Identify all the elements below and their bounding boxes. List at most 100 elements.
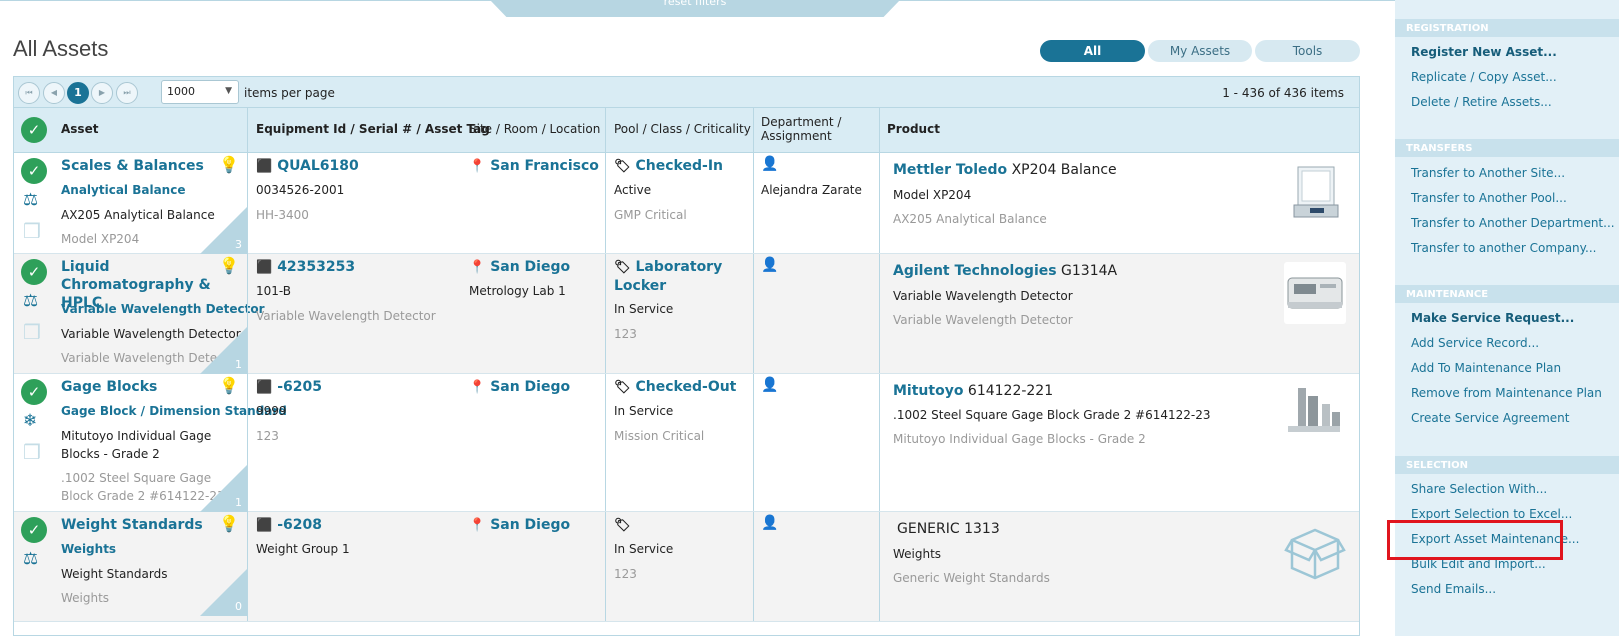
delete-assets-link[interactable]: Delete / Retire Assets... [1411,95,1552,109]
pool[interactable]: 🏷 Checked-In [614,157,723,176]
create-service-agreement-link[interactable]: Create Service Agreement [1411,411,1570,425]
row-checkbox[interactable]: ✓ [21,259,47,285]
product-line3: AX205 Analytical Balance [893,212,1047,226]
asset-tag: 123 [256,429,279,443]
toggle-tools[interactable]: Tools [1255,40,1360,62]
toggle-all[interactable]: All [1040,40,1145,62]
col-department[interactable]: Department / Assignment [761,115,871,143]
snowflake-icon: ❄ [23,411,38,431]
cube-icon: ⬛ [256,518,273,533]
reset-filters-tab[interactable]: reset filters [490,0,900,17]
product-line2: Variable Wavelength Detector [893,289,1073,303]
product-line2: .1002 Steel Square Gage Block Grade 2 #6… [893,408,1211,422]
site[interactable]: 📍 San Diego [469,516,570,535]
share-selection-link[interactable]: Share Selection With... [1411,482,1547,496]
add-maintenance-plan-link[interactable]: Add To Maintenance Plan [1411,361,1561,375]
col-product[interactable]: Product [887,122,940,136]
export-selection-excel-link[interactable]: Export Selection to Excel... [1411,507,1572,521]
col-equipment[interactable]: Equipment Id / Serial # / Asset Tag [256,122,490,136]
boxes-icon: ❒ [23,440,41,464]
select-all-checkbox[interactable]: ✓ [21,117,47,143]
serial-number: 101-B [256,284,292,298]
transfer-department-link[interactable]: Transfer to Another Department... [1411,216,1615,230]
product-name[interactable]: Agilent Technologies G1314A [893,262,1117,280]
make-service-request-link[interactable]: Make Service Request... [1411,311,1574,325]
table-row[interactable]: ✓ ⚖ ❒ 💡 Scales & Balances Analytical Bal… [14,153,1359,254]
equipment-id[interactable]: ⬛ -6205 [256,378,322,397]
per-page-label: items per page [244,86,335,100]
asset-class[interactable]: Variable Wavelength Detector [61,302,265,316]
product-image[interactable] [1284,161,1346,223]
row-checkbox[interactable]: ✓ [21,517,47,543]
status: In Service [614,542,674,556]
table-row[interactable]: ✓ ⚖ 💡 Weight Standards Weights Weight St… [14,512,1359,622]
col-divider [247,512,248,621]
section-maintenance: MAINTENANCE [1395,285,1619,303]
product-name[interactable]: Mitutoyo 614122-221 [893,382,1053,400]
product-image[interactable] [1284,262,1346,324]
asset-class[interactable]: Weights [61,542,116,556]
send-emails-link[interactable]: Send Emails... [1411,582,1496,596]
cube-icon: ⬛ [256,260,273,275]
room: Metrology Lab 1 [469,284,566,298]
current-page-button[interactable]: 1 [67,82,89,104]
cube-icon: ⬛ [256,380,273,395]
product-name[interactable]: GENERIC 1313 [897,520,1000,538]
table-row[interactable]: ✓ ❄ ❒ 💡 Gage Blocks Gage Block / Dimensi… [14,374,1359,512]
add-service-record-link[interactable]: Add Service Record... [1411,336,1539,350]
pool[interactable]: 🏷 [614,516,636,535]
transfer-pool-link[interactable]: Transfer to Another Pool... [1411,191,1567,205]
asset-class[interactable]: Analytical Balance [61,183,185,197]
col-divider [605,108,606,152]
col-site[interactable]: Site / Room / Location [469,122,600,136]
pool[interactable]: 🏷 Laboratory Locker [614,258,744,295]
pool[interactable]: 🏷 Checked-Out [614,378,736,397]
asset-name[interactable]: Weight Standards [61,516,203,534]
tag-icon: 🏷 [614,159,631,174]
page-size-select[interactable]: 1000 ▼ [161,80,239,104]
last-page-button[interactable]: ⏭ [116,82,138,104]
lightbulb-icon[interactable]: 💡 [219,155,239,174]
lightbulb-icon[interactable]: 💡 [219,514,239,533]
asset-tag: HH-3400 [256,208,309,222]
serial-number: 0034526-2001 [256,183,345,197]
toggle-my-assets[interactable]: My Assets [1148,40,1252,62]
location-pin-icon: 📍 [469,518,486,533]
status: Active [614,183,652,197]
transfer-company-link[interactable]: Transfer to another Company... [1411,241,1597,255]
site[interactable]: 📍 San Francisco [469,157,599,176]
row-checkbox[interactable]: ✓ [21,158,47,184]
prev-page-button[interactable]: ◀ [43,82,65,104]
replicate-asset-link[interactable]: Replicate / Copy Asset... [1411,70,1557,84]
location-pin-icon: 📍 [469,380,486,395]
remove-maintenance-plan-link[interactable]: Remove from Maintenance Plan [1411,386,1602,400]
lightbulb-icon[interactable]: 💡 [219,376,239,395]
asset-desc: Mitutoyo Individual Gage Blocks - Grade … [61,429,212,461]
row-checkbox[interactable]: ✓ [21,379,47,405]
asset-name[interactable]: Scales & Balances [61,157,204,175]
register-new-asset-link[interactable]: Register New Asset... [1411,45,1557,59]
asset-name[interactable]: Gage Blocks [61,378,157,396]
equipment-id[interactable]: ⬛ 42353253 [256,258,355,277]
box-icon[interactable] [1284,520,1346,582]
lightbulb-icon[interactable]: 💡 [219,256,239,275]
equipment-id[interactable]: ⬛ -6208 [256,516,322,535]
boxes-icon: ❒ [23,320,41,344]
col-asset[interactable]: Asset [61,122,98,136]
equipment-id[interactable]: ⬛ QUAL6180 [256,157,359,176]
site[interactable]: 📍 San Diego [469,378,570,397]
product-line2: Model XP204 [893,188,972,202]
col-pool[interactable]: Pool / Class / Criticality [614,122,751,136]
page-title: All Assets [13,36,109,61]
col-divider [753,254,754,373]
table-row[interactable]: ✓ ⚖ ❒ 💡 Liquid Chromatography & HPLC Var… [14,254,1359,374]
product-name[interactable]: Mettler Toledo XP204 Balance [893,161,1117,179]
col-divider [247,153,248,253]
next-page-button[interactable]: ▶ [91,82,113,104]
product-image[interactable] [1284,382,1346,444]
asset-class[interactable]: Gage Block / Dimension Standard [61,404,287,418]
first-page-button[interactable]: ⏮ [18,82,40,104]
col-divider [605,254,606,373]
site[interactable]: 📍 San Diego [469,258,570,277]
transfer-site-link[interactable]: Transfer to Another Site... [1411,166,1565,180]
